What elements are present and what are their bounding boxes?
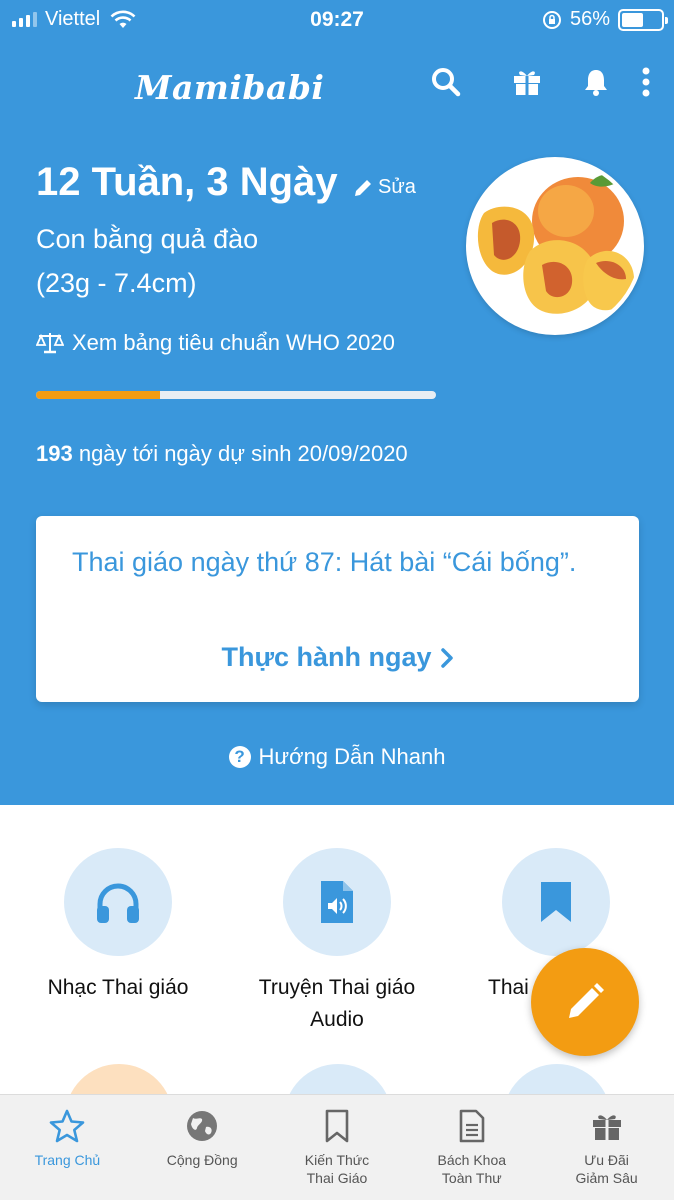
tile-nhac-thai-giao[interactable]: Nhạc Thai giáo [8,848,228,1004]
tile-truyen-thai-giao-audio[interactable]: Truyện Thai giáo Audio [227,848,447,1036]
more-vertical-icon[interactable] [628,64,664,100]
who-standard-link[interactable]: Xem bảng tiêu chuẩn WHO 2020 [36,330,395,356]
nav-label: Cộng Đồng [166,1152,238,1168]
peach-image [466,157,644,335]
headphones-icon [97,883,139,923]
practice-now-button[interactable]: Thực hành ngay [36,642,639,673]
nav-label-line1: Kiến Thức [304,1152,370,1168]
pencil-icon [569,983,604,1018]
nav-label-line2: Thai Giáo [306,1170,368,1186]
nav-cong-dong[interactable]: Cộng Đồng [135,1095,270,1200]
quick-guide-label: Hướng Dẫn Nhanh [258,744,446,769]
question-icon: ? [228,746,251,768]
compose-fab-button[interactable] [531,948,639,1056]
tile-label: Truyện Thai giáo Audio [258,976,416,1031]
tile-icon-circle [283,848,391,956]
gift-icon [592,1115,621,1140]
bookmark-icon [541,882,571,922]
tile-label: Nhạc Thai giáo [47,976,189,999]
nav-bach-khoa-toan-thu[interactable]: Bách Khoa Toàn Thư [404,1095,539,1200]
pregnancy-week: 12 Tuần, 3 Ngày [36,160,338,204]
edit-label: Sửa [378,176,416,198]
due-date-text: ngày tới ngày dự sinh 20/09/2020 [72,441,408,466]
nav-label-line2: Toàn Thư [441,1170,502,1186]
quick-guide-link[interactable]: ? Hướng Dẫn Nhanh [0,744,674,770]
search-icon[interactable] [428,64,464,100]
bookmark-icon [325,1109,349,1143]
tile-icon-circle [64,848,172,956]
practice-now-label: Thực hành ngay [221,642,432,672]
app-logo: Mamibabi [135,68,325,107]
edit-button[interactable]: Sửa [352,176,416,199]
star-icon [50,1109,85,1143]
battery-icon [618,8,668,31]
nav-uu-dai-giam-sau[interactable]: Ưu Đãi Giảm Sâu [539,1095,674,1200]
audio-file-icon [321,881,353,923]
pencil-icon [355,179,371,196]
nav-trang-chu[interactable]: Trang Chủ [0,1095,135,1200]
due-date-info: 193 ngày tới ngày dự sinh 20/09/2020 [36,441,408,467]
pregnancy-progress-bar [36,391,436,399]
days-left: 193 [36,441,73,466]
nav-label-line1: Ưu Đãi [584,1152,629,1168]
scale-icon [36,333,64,354]
nav-kien-thuc-thai-giao[interactable]: Kiến Thức Thai Giáo [270,1095,405,1200]
fruit-comparison: Con bằng quả đào [36,224,259,254]
baby-size: (23g - 7.4cm) [36,268,197,298]
document-icon [459,1109,485,1143]
nav-label-line1: Bách Khoa [437,1152,507,1168]
battery-percent: 56% [569,8,610,30]
nav-label-line2: Giảm Sâu [575,1170,638,1186]
daily-activity-card: Thai giáo ngày thứ 87: Hát bài “Cái bống… [36,516,639,702]
bottom-navigation: Trang Chủ Cộng Đồng Kiến Thức Thai Giáo B… [0,1094,674,1200]
gift-icon[interactable] [509,64,545,100]
tile-icon-circle [502,848,610,956]
who-link-label: Xem bảng tiêu chuẩn WHO 2020 [72,330,395,355]
globe-icon [187,1111,218,1141]
chevron-right-icon [440,647,453,668]
activity-text: Thai giáo ngày thứ 87: Hát bài “Cái bống… [72,547,577,577]
nav-label: Trang Chủ [34,1152,101,1168]
rotation-lock-icon [542,10,561,29]
bell-icon[interactable] [578,64,614,100]
status-bar: Viettel 09:27 56% [0,0,674,38]
